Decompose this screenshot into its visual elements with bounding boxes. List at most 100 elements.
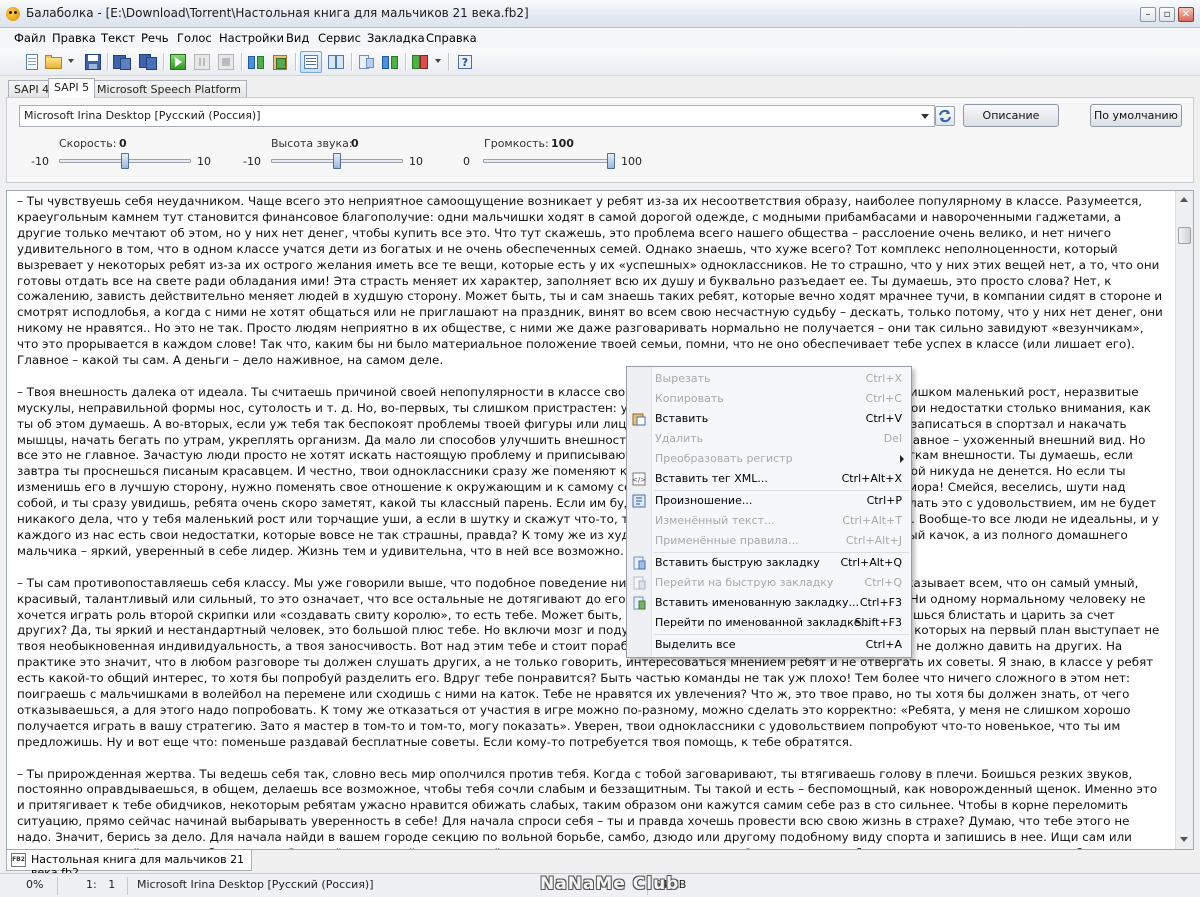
bookmark-goto-icon [632, 576, 646, 590]
save-icon[interactable] [83, 52, 103, 72]
speed-label: Скорость: [59, 137, 117, 150]
open-dropdown-icon[interactable] [68, 59, 74, 63]
engine-tabs: SAPI 4 SAPI 5 Microsoft Speech Platform [0, 78, 1200, 98]
document-tab[interactable]: FB2 Настольная книга для мальчиков 21 ве… [6, 850, 252, 879]
named-bookmark-icon [632, 596, 646, 610]
document-tabs: FB2 Настольная книга для мальчиков 21 ве… [0, 850, 1200, 879]
menu-item-delete[interactable]: Удалить Del [627, 429, 911, 449]
app-logo-icon [6, 7, 20, 21]
pitch-label: Высота звука: [271, 137, 353, 150]
menu-voice[interactable]: Голос [177, 31, 212, 45]
maximize-button[interactable]: ▫ [1159, 7, 1175, 22]
menu-bookmark[interactable]: Закладка [367, 31, 425, 45]
voices-dropdown-icon[interactable] [435, 59, 441, 63]
tab-sapi5[interactable]: SAPI 5 [48, 78, 96, 98]
status-percent: 0% [0, 877, 58, 895]
menu-text[interactable]: Текст [101, 31, 135, 45]
voice-description-button[interactable]: Описание [963, 104, 1059, 127]
voice-select[interactable]: Microsoft Irina Desktop [Русский (Россия… [19, 105, 935, 127]
context-menu: Вырезать Ctrl+X Копировать Ctrl+C Встави… [626, 366, 912, 658]
menu-item-copy[interactable]: Копировать Ctrl+C [627, 389, 911, 409]
minimize-button[interactable]: – [1140, 7, 1156, 22]
menu-view[interactable]: Вид [286, 31, 309, 45]
status-line: 1: [86, 878, 97, 891]
volume-max: 100 [621, 155, 642, 168]
menu-item-select-all[interactable]: Выделить все Ctrl+A [627, 635, 911, 655]
help-icon[interactable]: ? [455, 52, 475, 72]
paragraph: – Ты чувствуешь себя неудачником. Чаще в… [17, 194, 1163, 368]
speed-slider-thumb[interactable] [121, 153, 129, 169]
pronunciation-icon [632, 494, 646, 508]
save-audio-icon[interactable] [112, 52, 132, 72]
book-icon[interactable] [326, 52, 346, 72]
menu-speech[interactable]: Речь [141, 31, 169, 45]
fb2-file-icon: FB2 [11, 853, 26, 867]
status-position: 1: 1 [58, 877, 128, 895]
menu-edit[interactable]: Правка [52, 31, 96, 45]
menu-item-paste[interactable]: Вставить Ctrl+V [627, 409, 911, 429]
volume-min: 0 [463, 155, 470, 168]
xml-tag-icon: </> [632, 472, 646, 486]
refresh-icon [939, 109, 951, 123]
play-icon[interactable] [168, 52, 188, 72]
paragraph: – Твоя внешность далека от идеала. Ты сч… [17, 384, 1159, 558]
pitch-slider-thumb[interactable] [333, 153, 341, 169]
menu-item-cut[interactable]: Вырезать Ctrl+X [627, 369, 911, 389]
compare-icon[interactable] [380, 52, 400, 72]
scroll-up-icon[interactable] [1180, 197, 1188, 202]
menu-item-pronunciation[interactable]: Произношение... Ctrl+P [627, 491, 911, 511]
title-bar: Балаболка - [E:\Download\Torrent\Настоль… [0, 0, 1200, 28]
clipboard-icon[interactable] [270, 52, 290, 72]
vertical-scrollbar[interactable] [1175, 191, 1193, 849]
split-text-icon[interactable] [246, 52, 266, 72]
volume-slider[interactable] [483, 159, 611, 163]
open-folder-icon[interactable] [44, 52, 64, 72]
bookmark-icon[interactable] [356, 52, 376, 72]
voices-icon[interactable] [410, 52, 430, 72]
svg-text:</>: </> [632, 476, 646, 484]
pause-icon[interactable] [192, 52, 212, 72]
text-view-icon[interactable] [300, 51, 322, 73]
paste-icon [632, 412, 646, 426]
paragraph: – Ты прирожденная жертва. Ты ведешь себя… [17, 766, 1158, 849]
menu-item-insert-xml[interactable]: </> Вставить тег XML... Ctrl+Alt+X [627, 469, 911, 489]
paragraph: – Ты сам противопоставляешь себя классу.… [17, 575, 1160, 749]
scroll-thumb[interactable] [1178, 227, 1191, 244]
menu-service[interactable]: Сервис [318, 31, 361, 45]
new-document-icon[interactable] [22, 52, 42, 72]
menu-item-applied-rules[interactable]: Применённые правила... Ctrl+Alt+J [627, 531, 911, 551]
menu-settings[interactable]: Настройки [219, 31, 284, 45]
menu-file[interactable]: Файл [14, 31, 46, 45]
batch-convert-icon[interactable] [138, 52, 158, 72]
refresh-voices-button[interactable] [935, 106, 955, 126]
menu-item-change-case[interactable]: Преобразовать регистр [627, 449, 911, 469]
submenu-arrow-icon [900, 455, 904, 463]
menu-item-insert-quick-bookmark[interactable]: Вставить быструю закладку Ctrl+Alt+Q [627, 553, 911, 573]
pitch-value: 0 [351, 137, 359, 150]
menu-item-insert-named-bookmark[interactable]: Вставить именованную закладку... Ctrl+F3 [627, 593, 911, 613]
text-editor[interactable]: – Ты чувствуешь себя неудачником. Чаще в… [6, 190, 1194, 850]
pitch-max: 10 [409, 155, 423, 168]
speed-value: 0 [119, 137, 127, 150]
window-title: Балаболка - [E:\Download\Torrent\Настоль… [26, 6, 529, 20]
speed-max: 10 [197, 155, 211, 168]
pitch-min: -10 [243, 155, 261, 168]
tab-speech-platform[interactable]: Microsoft Speech Platform [91, 80, 247, 98]
menu-item-goto-named-bookmark[interactable]: Перейти по именованной закладке... Shift… [627, 613, 911, 633]
close-button[interactable]: ✕ [1178, 7, 1194, 22]
stop-icon[interactable] [216, 52, 236, 72]
menu-help[interactable]: Справка [426, 31, 477, 45]
bookmark-add-icon [632, 556, 646, 570]
chevron-down-icon[interactable] [918, 108, 932, 124]
document-text[interactable]: – Ты чувствуешь себя неудачником. Чаще в… [17, 194, 1167, 849]
status-column: 1 [108, 878, 116, 891]
watermark-logo: NaNaMe Club [540, 874, 680, 894]
voice-panel: Microsoft Irina Desktop [Русский (Россия… [6, 97, 1194, 183]
volume-label: Громкость: [484, 137, 549, 150]
voice-default-button[interactable]: По умолчанию [1090, 104, 1182, 127]
scroll-down-icon[interactable] [1180, 837, 1188, 842]
menu-item-goto-quick-bookmark[interactable]: Перейти на быструю закладку Ctrl+Q [627, 573, 911, 593]
menu-item-modified-text[interactable]: Изменённый текст... Ctrl+Alt+T [627, 511, 911, 531]
volume-slider-thumb[interactable] [607, 153, 615, 169]
speed-min: -10 [31, 155, 49, 168]
